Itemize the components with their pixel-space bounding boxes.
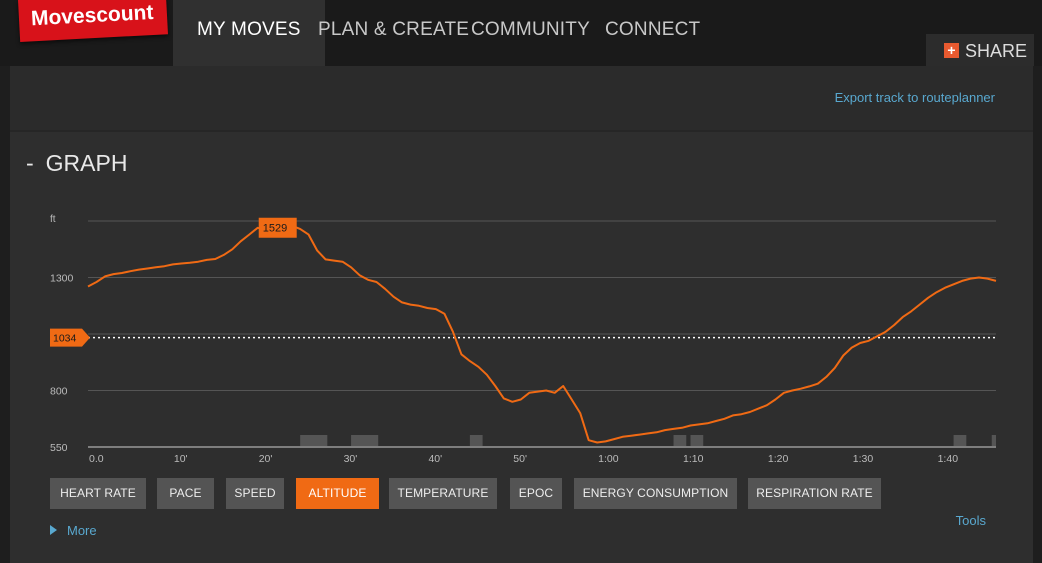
speed-button[interactable]: SPEED: [226, 478, 284, 509]
respiration-rate-button[interactable]: RESPIRATION RATE: [748, 478, 881, 509]
x-tick-label: 1:00: [598, 453, 619, 465]
gap-marker: [351, 435, 379, 446]
plus-icon: +: [944, 43, 959, 58]
y-tick-label: 800: [50, 386, 68, 398]
x-tick-label: 1:20: [768, 453, 789, 465]
x-tick-label: 30': [344, 453, 358, 465]
nav-connect[interactable]: CONNECT: [581, 0, 724, 66]
energy-consumption-button[interactable]: ENERGY CONSUMPTION: [574, 478, 737, 509]
x-tick-label: 50': [513, 453, 527, 465]
x-tick-label: 10': [174, 453, 188, 465]
reference-value-label: 1034: [53, 333, 77, 345]
gap-marker: [300, 435, 328, 446]
share-label: SHARE: [965, 41, 1028, 61]
y-tick-label: 1300: [50, 273, 74, 285]
x-tick-label: 1:10: [683, 453, 704, 465]
y-axis-unit-label: ft: [50, 214, 56, 225]
max-marker-group: 1529: [258, 217, 297, 238]
pace-button[interactable]: PACE: [157, 478, 214, 509]
chart-gap-markers: [300, 435, 996, 446]
x-tick-label: 20': [259, 453, 273, 465]
graph-panel: - GRAPH 550 800 1300 0.0 10' 20' 30' 40' 50' 1:00…: [10, 130, 1033, 563]
epoc-button[interactable]: EPOC: [510, 478, 562, 509]
more-label: More: [67, 523, 97, 538]
y-tick-label: 550: [50, 442, 68, 454]
altitude-chart[interactable]: 550 800 1300 0.0 10' 20' 30' 40' 50' 1:00 1:10 1:2…: [10, 132, 1033, 472]
x-tick-label: 1:40: [938, 453, 959, 465]
gap-marker: [953, 435, 967, 446]
share-button[interactable]: + SHARE: [926, 34, 1034, 66]
x-tick-label: 0.0: [89, 453, 104, 465]
track-toolbar: Export track to routeplanner: [10, 66, 1033, 130]
gap-marker: [991, 435, 996, 446]
max-value-label: 1529: [263, 223, 287, 235]
gap-marker: [690, 435, 704, 446]
gap-marker: [469, 435, 483, 446]
heart-rate-button[interactable]: HEART RATE: [50, 478, 146, 509]
export-track-link[interactable]: Export track to routeplanner: [835, 90, 995, 105]
altitude-button[interactable]: ALTITUDE: [296, 478, 379, 509]
gap-marker: [673, 435, 687, 446]
x-tick-label: 1:30: [853, 453, 874, 465]
x-tick-label: 40': [428, 453, 442, 465]
more-toggle[interactable]: More: [50, 523, 97, 538]
tools-link[interactable]: Tools: [956, 513, 986, 528]
temperature-button[interactable]: TEMPERATURE: [389, 478, 497, 509]
y-axis-ticks: 550 800 1300: [50, 273, 74, 455]
reference-line-group: 1034: [50, 328, 996, 347]
expand-triangle-icon: [50, 525, 57, 535]
movescount-logo[interactable]: Movescount: [18, 0, 168, 42]
x-axis-ticks: 0.0 10' 20' 30' 40' 50' 1:00 1:10 1:20 1:30 1:40: [89, 453, 958, 465]
top-navigation: Movescount MY MOVES PLAN & CREATE COMMUN…: [0, 0, 1042, 66]
